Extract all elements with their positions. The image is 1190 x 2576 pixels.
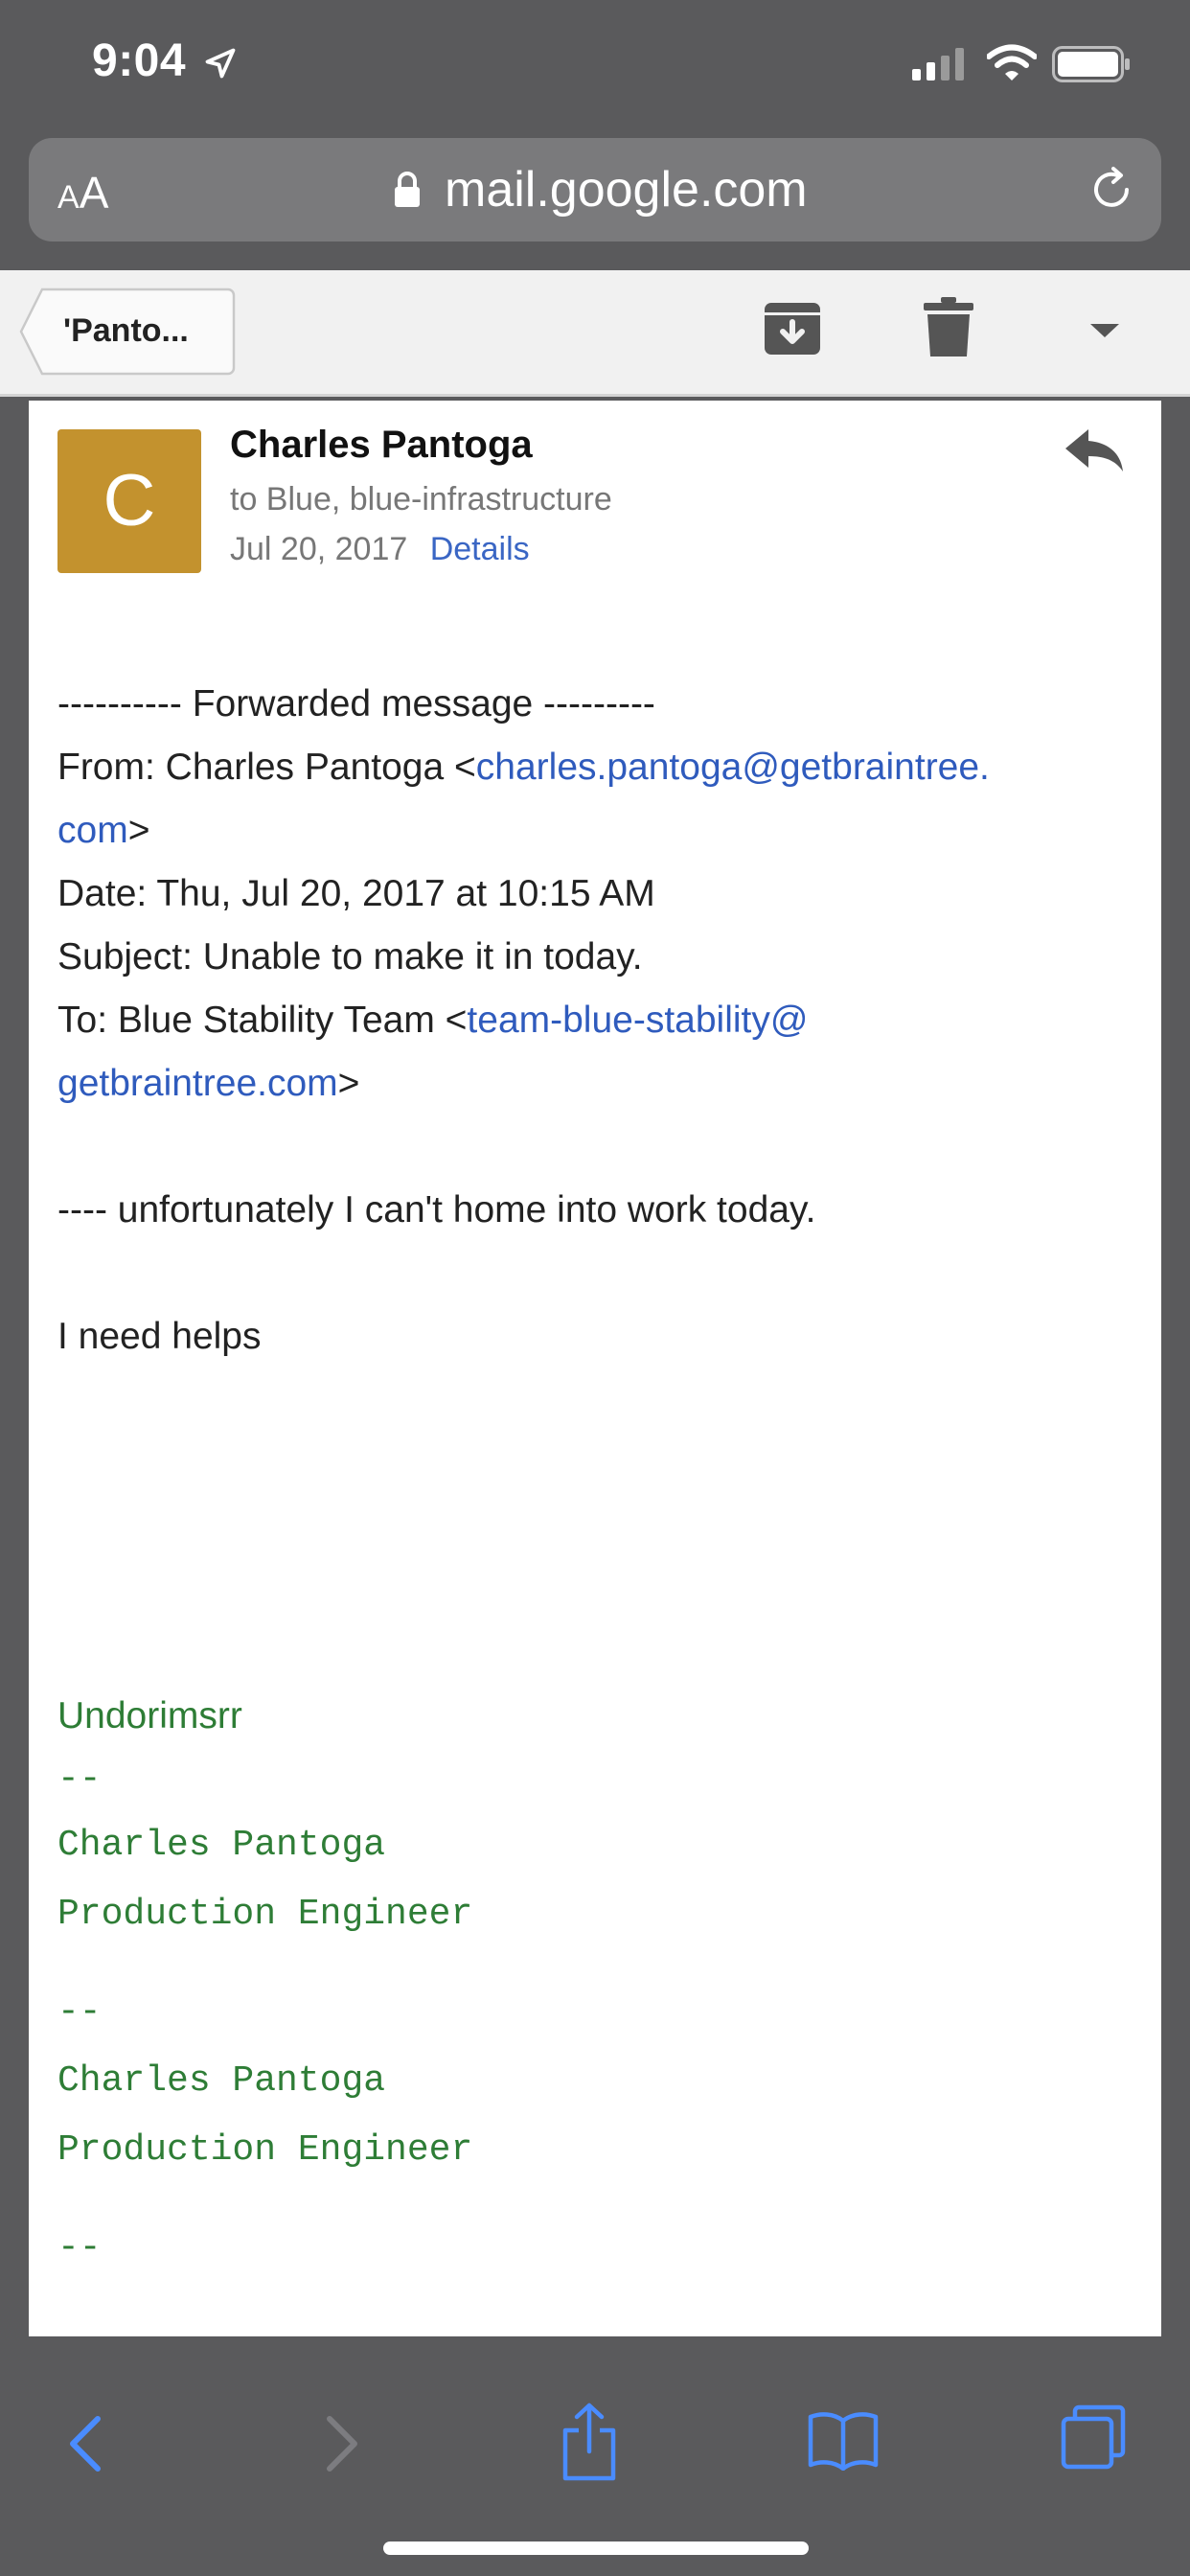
date-header-line: Date: Thu, Jul 20, 2017 at 10:15 AM bbox=[57, 873, 655, 914]
cellular-signal-icon bbox=[912, 48, 964, 80]
forwarded-header: ---------- Forwarded message --------- bbox=[57, 683, 655, 724]
to-email-link-cont[interactable]: getbraintree.com bbox=[57, 1063, 338, 1104]
tabs-icon[interactable] bbox=[1060, 2404, 1129, 2472]
url-text[interactable]: mail.google.com bbox=[445, 161, 808, 218]
message-card: C Charles Pantoga to Blue, blue-infrastr… bbox=[29, 401, 1161, 2336]
text-size-small-a: A bbox=[57, 179, 80, 216]
signature-name: Charles Pantoga bbox=[57, 2060, 386, 2102]
signature-separator: -- bbox=[57, 2227, 102, 2268]
to-line: To: Blue Stability Team <team-blue-stabi… bbox=[57, 989, 1140, 1052]
subject-line: Subject: Unable to make it in today. bbox=[57, 936, 643, 978]
back-button-label: 'Panto... bbox=[63, 312, 189, 349]
address-bar[interactable]: AA mail.google.com bbox=[29, 138, 1161, 242]
from-prefix: From: Charles Pantoga < bbox=[57, 747, 476, 788]
to-prefix: To: Blue Stability Team < bbox=[57, 1000, 468, 1041]
archive-icon[interactable] bbox=[763, 299, 822, 358]
home-indicator[interactable] bbox=[383, 2542, 809, 2555]
from-suffix: > bbox=[127, 810, 150, 851]
back-to-list-button[interactable]: 'Panto... bbox=[19, 288, 236, 376]
from-email-link-cont[interactable]: com bbox=[57, 810, 128, 851]
signature-separator: -- bbox=[57, 1991, 102, 2033]
browser-toolbar bbox=[0, 2336, 1190, 2576]
reload-icon[interactable] bbox=[1085, 163, 1138, 217]
to-line-cont: getbraintree.com> bbox=[57, 1052, 1140, 1116]
recipients-line: to Blue, blue-infrastructure bbox=[230, 481, 612, 518]
location-arrow-icon bbox=[205, 48, 236, 79]
sender-name: Charles Pantoga bbox=[230, 424, 533, 466]
lock-icon bbox=[395, 172, 420, 207]
date-line: Jul 20, 2017 Details bbox=[230, 531, 530, 568]
chevron-down-icon[interactable] bbox=[1085, 316, 1125, 345]
signature-word: Undorimsrr bbox=[57, 1695, 242, 1736]
to-suffix: > bbox=[337, 1063, 360, 1104]
body-text-2: I need helps bbox=[57, 1316, 262, 1357]
mail-toolbar: 'Panto... bbox=[0, 270, 1190, 397]
wifi-icon bbox=[987, 44, 1037, 80]
signature-separator: -- bbox=[57, 1759, 102, 1800]
reply-icon[interactable] bbox=[1064, 424, 1125, 477]
battery-icon bbox=[1052, 46, 1130, 82]
share-icon[interactable] bbox=[558, 2402, 621, 2482]
message-body: ---------- Forwarded message --------- F… bbox=[57, 673, 1140, 2283]
from-email-link[interactable]: charles.pantoga@getbraintree. bbox=[476, 747, 990, 788]
status-time: 9:04 bbox=[92, 35, 187, 86]
avatar: C bbox=[57, 429, 201, 573]
back-arrow-icon[interactable] bbox=[63, 2413, 105, 2474]
from-line: From: Charles Pantoga <charles.pantoga@g… bbox=[57, 736, 1140, 799]
signature-name: Charles Pantoga bbox=[57, 1825, 386, 1866]
signature-title: Production Engineer bbox=[57, 2129, 473, 2171]
trash-icon[interactable] bbox=[922, 297, 975, 358]
text-size-large-a: A bbox=[79, 168, 109, 218]
from-line-cont: com> bbox=[57, 799, 1140, 862]
bookmarks-icon[interactable] bbox=[807, 2409, 880, 2471]
to-email-link[interactable]: team-blue-stability@ bbox=[467, 1000, 808, 1041]
details-link[interactable]: Details bbox=[430, 531, 530, 567]
forward-arrow-icon[interactable] bbox=[322, 2413, 364, 2474]
status-bar: 9:04 bbox=[0, 0, 1190, 134]
signature-title: Production Engineer bbox=[57, 1894, 473, 1935]
body-text-1: ---- unfortunately I can't home into wor… bbox=[57, 1189, 816, 1230]
reader-text-size-button[interactable]: AA bbox=[57, 167, 108, 218]
message-date: Jul 20, 2017 bbox=[230, 531, 408, 567]
